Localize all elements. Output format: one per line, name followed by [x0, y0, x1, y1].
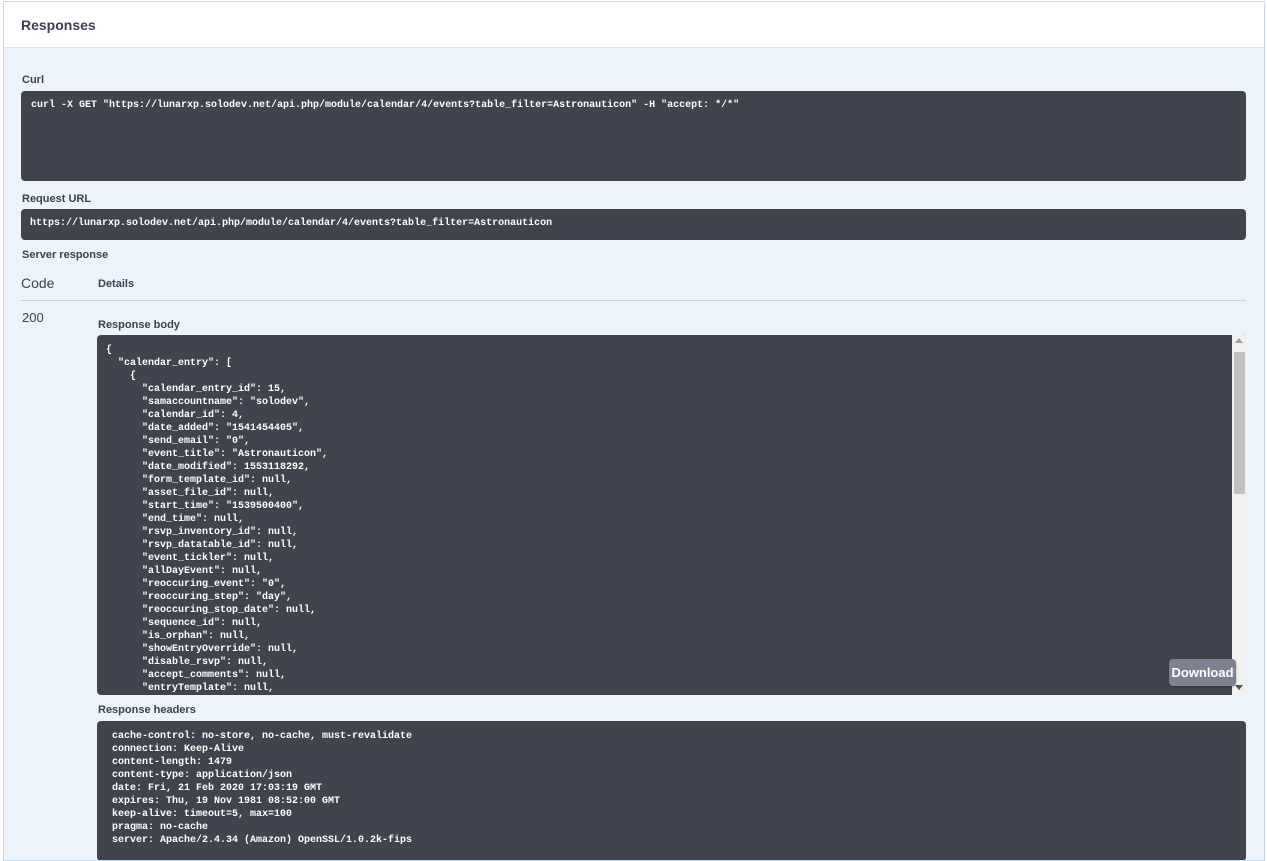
scroll-thumb[interactable] — [1234, 352, 1245, 494]
response-body-scrollbar[interactable] — [1232, 335, 1246, 695]
details-column-header: Details — [98, 278, 135, 290]
responses-panel: Responses Curl curl -X GET "https://luna… — [3, 1, 1265, 861]
table-divider — [21, 300, 1246, 301]
request-url[interactable]: https://lunarxp.solodev.net/api.php/modu… — [21, 209, 1246, 240]
response-headers[interactable]: cache-control: no-store, no-cache, must-… — [97, 721, 1246, 860]
curl-command[interactable]: curl -X GET "https://lunarxp.solodev.net… — [21, 91, 1246, 181]
responses-title: Responses — [4, 2, 1264, 48]
response-body-json: { "calendar_entry": [ { "calendar_entry_… — [106, 345, 329, 694]
response-headers-label: Response headers — [98, 704, 196, 716]
request-url-label: Request URL — [22, 193, 92, 205]
response-headers-text: cache-control: no-store, no-cache, must-… — [112, 731, 413, 846]
scroll-down-arrow-icon[interactable] — [1235, 685, 1243, 690]
server-response-label: Server response — [22, 249, 109, 261]
status-code: 200 — [22, 310, 44, 325]
curl-label: Curl — [22, 74, 44, 86]
code-column-header: Code — [21, 275, 55, 291]
response-body-label: Response body — [98, 319, 180, 331]
download-button[interactable]: Download — [1169, 659, 1236, 686]
response-body[interactable]: { "calendar_entry": [ { "calendar_entry_… — [97, 335, 1246, 695]
scroll-up-arrow-icon[interactable] — [1235, 338, 1243, 343]
